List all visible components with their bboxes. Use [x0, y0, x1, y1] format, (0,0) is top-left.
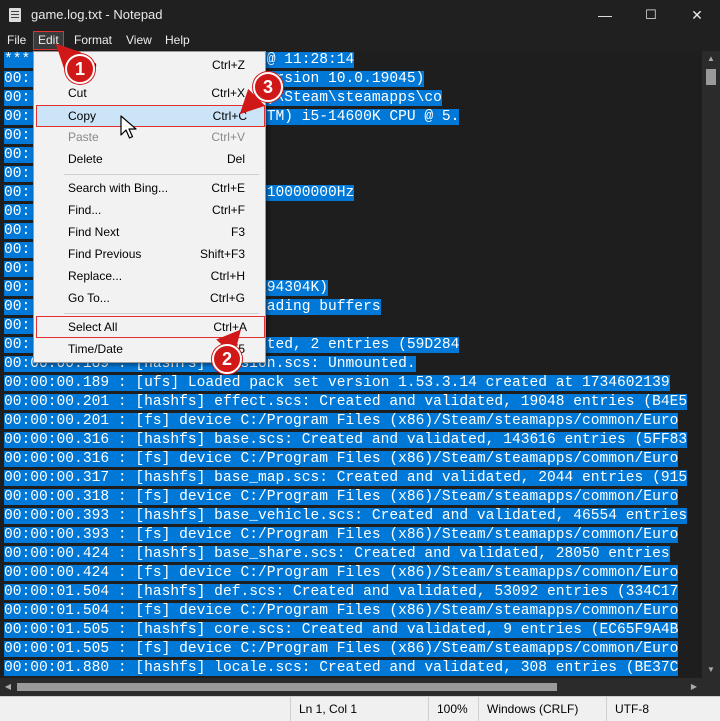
step-marker-2: 2 — [212, 344, 242, 374]
arrow-to-select-all — [216, 329, 241, 356]
arrow-to-edit-menu — [55, 43, 82, 70]
step-marker-1: 1 — [65, 54, 95, 84]
step-marker-3: 3 — [253, 72, 283, 102]
arrow-to-copy — [239, 88, 266, 115]
annotation-arrows — [55, 43, 266, 356]
